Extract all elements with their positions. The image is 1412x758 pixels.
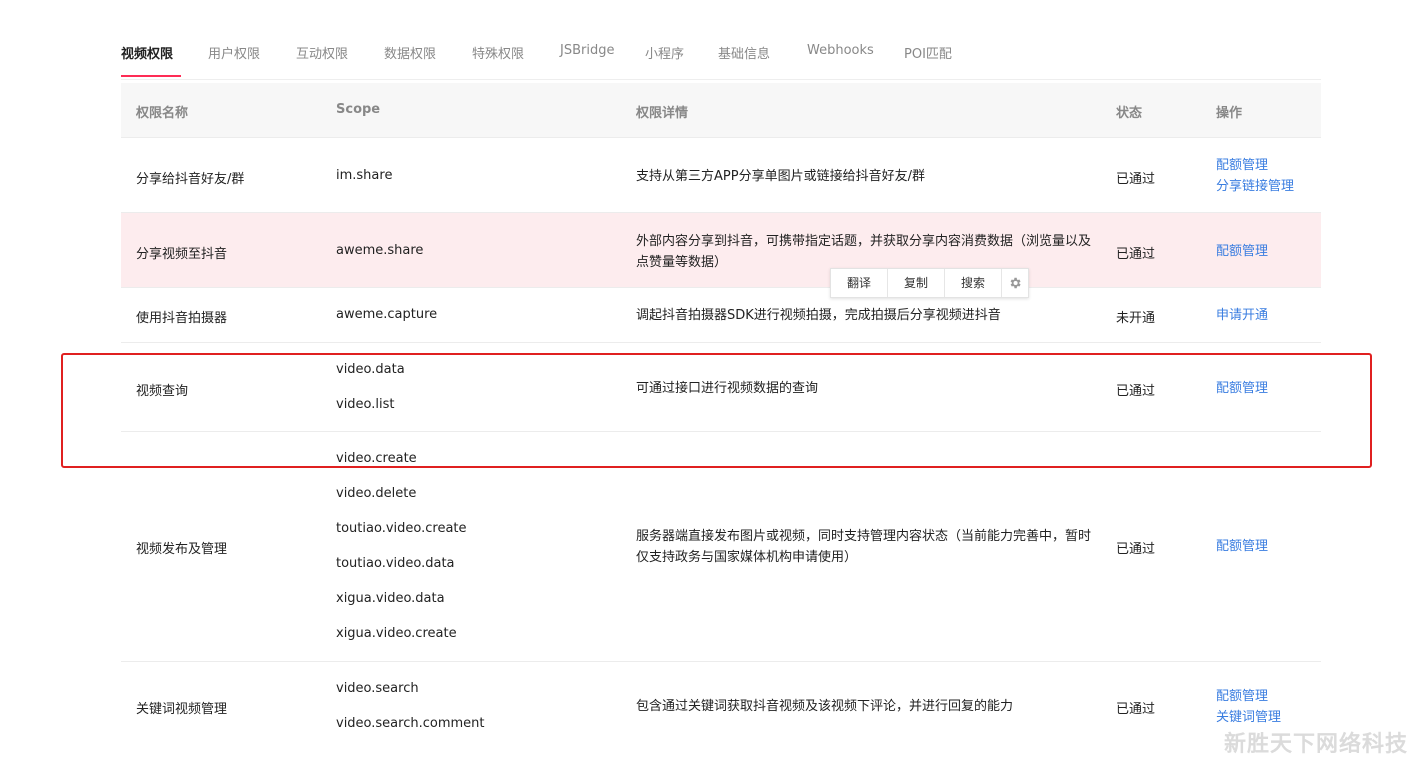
scope-value: xigua.video.create <box>336 626 457 641</box>
permission-name: 分享视频至抖音 <box>136 247 228 262</box>
annotation-highlight-box <box>61 353 1372 468</box>
header-status: 状态 <box>1116 106 1143 121</box>
permission-detail: 调起抖音拍摄器SDK进行视频拍摄，完成拍摄后分享视频进抖音 <box>636 308 1001 323</box>
status-text: 已通过 <box>1116 542 1156 557</box>
tab-special-permission[interactable]: 特殊权限 <box>472 43 524 62</box>
active-tab-indicator <box>121 75 181 77</box>
header-ops: 操作 <box>1216 106 1243 121</box>
gear-icon[interactable] <box>1002 276 1028 291</box>
status-text: 已通过 <box>1116 247 1156 262</box>
scope-value: xigua.video.data <box>336 591 445 606</box>
header-detail: 权限详情 <box>636 106 689 121</box>
permission-detail: 包含通过关键词获取抖音视频及该视频下评论，并进行回复的能力 <box>636 699 1014 714</box>
permission-tabs: 视频权限 用户权限 互动权限 数据权限 特殊权限 JSBridge 小程序 基础… <box>121 0 1321 80</box>
scope-list: video.search video.search.comment <box>336 679 485 749</box>
ops-cell: 配额管理 <box>1216 536 1268 557</box>
selection-popup-menu: 翻译 复制 搜索 <box>830 268 1029 298</box>
scope-value: video.search <box>336 681 419 696</box>
share-link-manage-link[interactable]: 分享链接管理 <box>1216 176 1294 197</box>
ops-cell: 申请开通 <box>1216 305 1268 326</box>
tab-data-permission[interactable]: 数据权限 <box>384 43 436 62</box>
header-name: 权限名称 <box>136 106 189 121</box>
table-row: 分享视频至抖音 aweme.share 外部内容分享到抖音，可携带指定话题，并获… <box>121 213 1321 288</box>
scope-value: toutiao.video.data <box>336 556 455 571</box>
copy-button[interactable]: 复制 <box>888 269 945 297</box>
quota-manage-link[interactable]: 配额管理 <box>1216 686 1281 707</box>
tab-interaction-permission[interactable]: 互动权限 <box>296 43 348 62</box>
tab-poi-match[interactable]: POI匹配 <box>904 43 952 62</box>
tab-webhooks[interactable]: Webhooks <box>807 43 874 58</box>
tab-user-permission[interactable]: 用户权限 <box>208 43 260 62</box>
permission-name: 使用抖音拍摄器 <box>136 311 228 326</box>
table-header: 权限名称 Scope 权限详情 状态 操作 <box>121 83 1321 138</box>
tab-video-permission[interactable]: 视频权限 <box>121 43 173 62</box>
status-text: 未开通 <box>1116 311 1156 326</box>
scope-value: aweme.capture <box>336 307 438 322</box>
scope-value: toutiao.video.create <box>336 521 467 536</box>
scope-value: aweme.share <box>336 243 424 258</box>
tab-jsbridge[interactable]: JSBridge <box>560 43 614 58</box>
apply-open-link[interactable]: 申请开通 <box>1216 305 1268 326</box>
permission-detail: 服务器端直接发布图片或视频，同时支持管理内容状态（当前能力完善中，暂时仅支持政务… <box>636 529 1092 565</box>
ops-cell: 配额管理 分享链接管理 <box>1216 155 1294 197</box>
permission-detail: 支持从第三方APP分享单图片或链接给抖音好友/群 <box>636 169 925 184</box>
keyword-manage-link[interactable]: 关键词管理 <box>1216 707 1281 728</box>
permission-name: 视频发布及管理 <box>136 542 228 557</box>
watermark: 新胜天下网络科技 <box>1223 732 1408 757</box>
quota-manage-link[interactable]: 配额管理 <box>1216 241 1268 262</box>
status-text: 已通过 <box>1116 172 1156 187</box>
permission-name: 关键词视频管理 <box>136 702 228 717</box>
permission-name: 分享给抖音好友/群 <box>136 172 245 187</box>
header-scope: Scope <box>336 102 381 117</box>
scope-list: video.create video.delete toutiao.video.… <box>336 449 467 659</box>
ops-cell: 配额管理 关键词管理 <box>1216 686 1281 728</box>
translate-button[interactable]: 翻译 <box>831 269 888 297</box>
tab-basic-info[interactable]: 基础信息 <box>718 43 770 62</box>
scope-value: im.share <box>336 168 393 183</box>
permission-detail: 外部内容分享到抖音，可携带指定话题，并获取分享内容消费数据（浏览量以及点赞量等数… <box>636 234 1092 270</box>
quota-manage-link[interactable]: 配额管理 <box>1216 155 1294 176</box>
table-row: 分享给抖音好友/群 im.share 支持从第三方APP分享单图片或链接给抖音好… <box>121 138 1321 213</box>
scope-value: video.delete <box>336 486 417 501</box>
status-text: 已通过 <box>1116 702 1156 717</box>
tab-mini-program[interactable]: 小程序 <box>645 43 684 62</box>
search-button[interactable]: 搜索 <box>945 269 1002 297</box>
table-row: 使用抖音拍摄器 aweme.capture 调起抖音拍摄器SDK进行视频拍摄，完… <box>121 288 1321 343</box>
table-row: 关键词视频管理 video.search video.search.commen… <box>121 662 1321 752</box>
quota-manage-link[interactable]: 配额管理 <box>1216 536 1268 557</box>
scope-value: video.search.comment <box>336 716 485 731</box>
ops-cell: 配额管理 <box>1216 241 1268 262</box>
